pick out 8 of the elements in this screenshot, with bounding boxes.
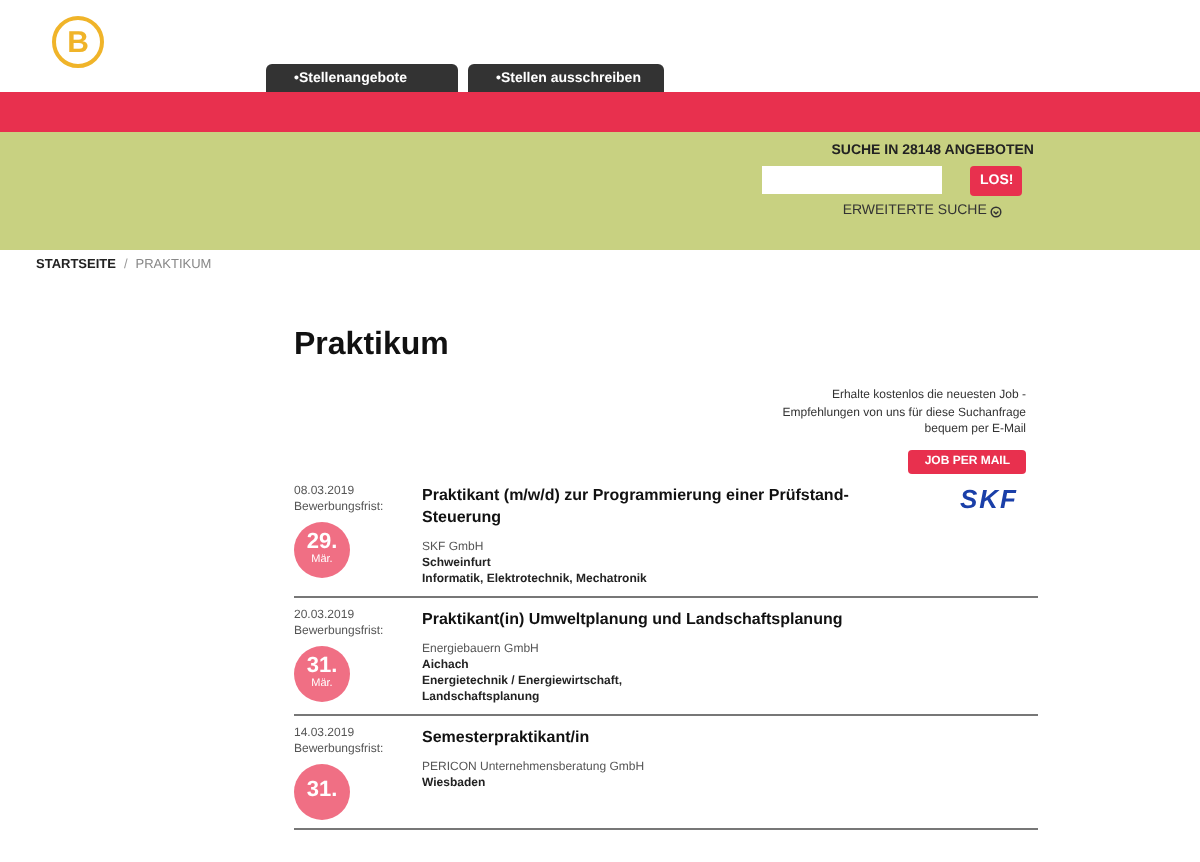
job-title-link[interactable]: Semesterpraktikant/in — [422, 725, 872, 747]
search-field[interactable] — [762, 166, 943, 194]
chevron-circle-icon — [990, 205, 1003, 217]
company-logo: SKF — [960, 483, 1018, 517]
job-title-link[interactable]: Praktikant (m/w/d) zur Programmierung einer Prüfstand-Steuerung — [422, 483, 872, 527]
job-title-link[interactable]: Praktikant(in) Umweltplanung und Landschaftsplanung — [422, 607, 872, 629]
deadline-badge: 31. — [294, 763, 350, 819]
page-title: Praktikum — [294, 328, 451, 364]
